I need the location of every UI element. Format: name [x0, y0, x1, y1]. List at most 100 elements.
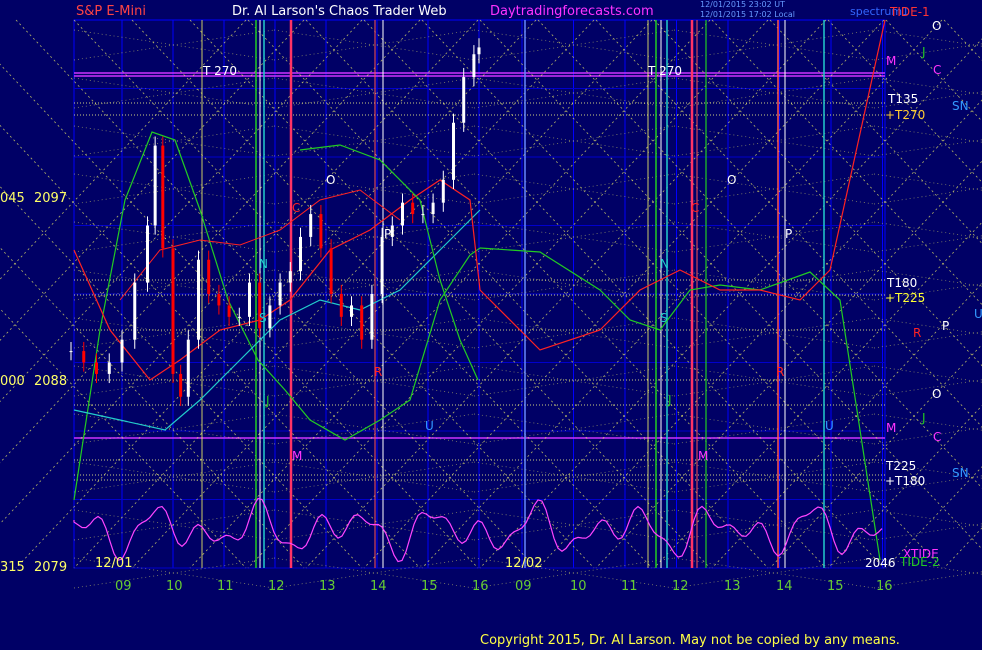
lattice-line	[73, 173, 275, 205]
chart-annotation-label: J	[667, 393, 672, 407]
spectrum-cycle-curve	[73, 497, 883, 563]
right-cycle-label: SN	[952, 99, 969, 113]
right-cycle-label: T180	[886, 276, 917, 290]
price-bar-body	[462, 77, 466, 123]
lattice-line	[673, 509, 875, 541]
chart-annotation-label: C	[691, 201, 699, 215]
lattice-line	[673, 413, 875, 445]
price-bar-body	[107, 362, 111, 374]
chart-annotation-label: T 270	[647, 64, 682, 78]
right-cycle-label: O	[932, 387, 941, 401]
lattice-line	[673, 413, 875, 445]
x-tick-label: 14	[370, 579, 387, 594]
chart-labels: 09 10 11 12 13 14 15 16 09 10 11 12 13 14 15 16 12/01 12/…	[0, 5, 982, 594]
price-bar-body	[319, 214, 323, 249]
price-bar-body	[380, 236, 384, 294]
chart-annotation-label: M	[292, 449, 302, 463]
lattice-line	[873, 187, 982, 205]
price-bar-body	[146, 225, 149, 283]
grid-lines	[73, 19, 886, 569]
price-bar-body	[217, 294, 221, 306]
x-tick-label: 11	[621, 579, 638, 594]
right-cycle-label: O	[932, 19, 941, 33]
lattice-line	[673, 125, 875, 157]
right-cycle-label: +T180	[885, 474, 925, 488]
lattice-line	[73, 173, 275, 205]
lattice-line	[873, 173, 982, 191]
chart-annotation-label: S	[660, 311, 668, 325]
price-bar-body	[288, 271, 292, 283]
lattice-line	[73, 413, 275, 445]
chart-annotation-label: C	[292, 201, 300, 215]
lattice-line	[73, 413, 275, 445]
lattice-line	[273, 461, 475, 493]
lattice-line	[273, 461, 475, 493]
right-cycle-label: T135	[887, 92, 918, 106]
right-cycle-label: M	[886, 54, 896, 68]
right-cycle-label: C	[933, 63, 941, 77]
lattice-line	[673, 173, 875, 205]
x-tick-label: 15	[421, 579, 438, 594]
lattice-line	[873, 235, 982, 253]
lattice-line	[673, 29, 875, 61]
price-bar-body	[350, 305, 353, 317]
lattice-line	[73, 29, 275, 61]
lattice-line	[673, 557, 875, 589]
lattice-line	[273, 413, 475, 445]
price-bar-body	[360, 305, 364, 340]
price-bar-body	[227, 305, 231, 317]
lattice-line	[673, 461, 875, 493]
right-cycle-label: C	[933, 430, 941, 444]
lattice-line	[273, 317, 475, 349]
chart-annotation-label: N	[259, 257, 268, 271]
flux-lines	[0, 19, 982, 589]
price-bar-body	[477, 47, 481, 55]
price-bar-body	[390, 225, 394, 237]
x-tick-label: 14	[776, 579, 793, 594]
x-tick-label: 16	[472, 579, 489, 594]
price-bar-body	[95, 362, 98, 374]
lattice-line	[73, 461, 275, 493]
x-tick-label: 12	[268, 579, 285, 594]
lattice-line	[673, 29, 875, 61]
price-bar-body	[339, 294, 343, 317]
right-cycle-label: +T270	[885, 108, 925, 122]
x-tick-label: 15	[827, 579, 844, 594]
lattice-line	[73, 221, 275, 253]
price-bar-body	[370, 294, 374, 340]
right-cycle-label: 2046	[865, 556, 896, 570]
x-tick-label: 12	[672, 579, 689, 594]
price-bar-body	[329, 248, 333, 294]
chart-annotation-label: O	[326, 173, 335, 187]
price-bar-body	[472, 54, 476, 78]
lattice-line	[673, 461, 875, 493]
price-bar-body	[248, 282, 251, 317]
chart-annotation-label: U	[825, 419, 834, 433]
price-bar-body	[179, 373, 183, 397]
price-bar-body	[401, 202, 404, 226]
y-axis-price-label: 2097	[34, 191, 67, 206]
chart-annotation-label: U	[425, 419, 434, 433]
lattice-line	[673, 221, 875, 253]
lattice-line	[673, 125, 875, 157]
y-axis-offset-label: 315	[0, 560, 25, 575]
chart-annotation-label: O	[727, 173, 736, 187]
x-tick-label: 13	[724, 579, 741, 594]
price-bar-body	[278, 282, 282, 306]
lattice-line	[873, 139, 982, 157]
lattice-line	[73, 221, 275, 253]
price-bar-body	[82, 351, 86, 363]
lattice-line	[273, 29, 475, 61]
price-bar-body	[411, 202, 415, 215]
lattice-line	[273, 317, 475, 349]
price-bar-body	[197, 259, 200, 340]
x-tick-label: 10	[166, 579, 183, 594]
chart-annotation-label: T 270	[202, 64, 237, 78]
lattice-line	[73, 125, 275, 157]
y-axis-offset-label: 000	[0, 374, 25, 389]
price-bar-body	[441, 179, 445, 203]
lattice-line	[673, 557, 875, 589]
price-bar-body	[309, 214, 313, 237]
price-bar-body	[431, 202, 435, 215]
price-bar-body	[421, 214, 425, 216]
